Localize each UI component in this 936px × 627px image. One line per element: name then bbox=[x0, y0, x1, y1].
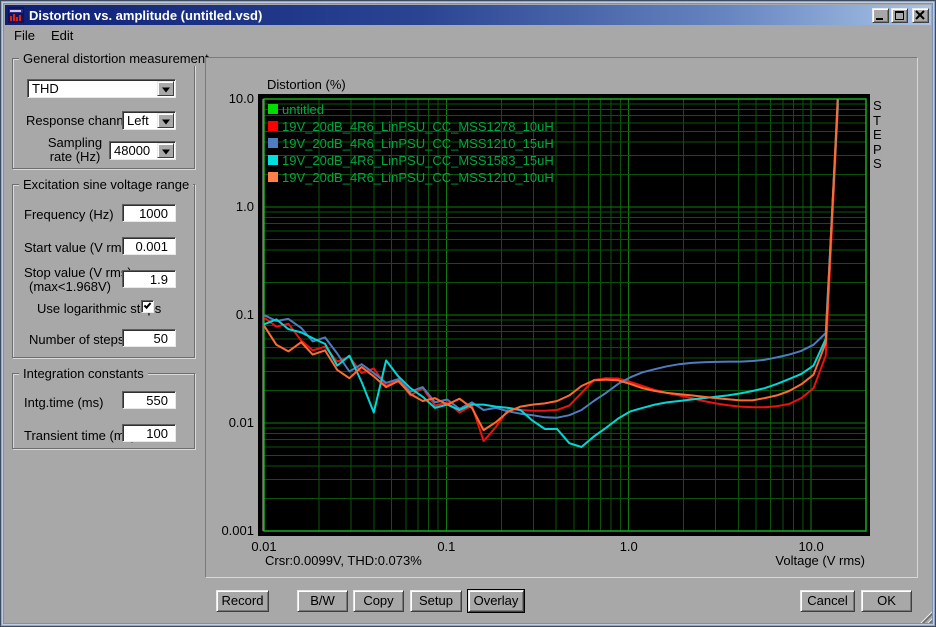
x-tick-label: 0.1 bbox=[437, 539, 456, 554]
overlay-button[interactable]: Overlay bbox=[468, 590, 524, 612]
log-steps-checkbox[interactable] bbox=[141, 300, 154, 313]
x-tick-label: 1.0 bbox=[619, 539, 638, 554]
stop-value-input[interactable] bbox=[122, 270, 176, 288]
minimize-button[interactable] bbox=[872, 7, 889, 23]
check-icon bbox=[143, 301, 152, 309]
transient-time-label: Transient time (ms) bbox=[24, 428, 136, 443]
steps-side-letter: S bbox=[873, 98, 882, 113]
legend-item: 19V_20dB_4R6_LinPSU_CC_MSS1210_15uH bbox=[268, 135, 554, 151]
sampling-rate-value: 48000 bbox=[114, 143, 151, 158]
y-tick-label: 0.1 bbox=[235, 307, 254, 322]
legend-item: 19V_20dB_4R6_LinPSU_CC_MSS1583_15uH bbox=[268, 152, 554, 168]
legend-item: 19V_20dB_4R6_LinPSU_CC_MSS1278_10uH bbox=[268, 118, 554, 134]
steps-side-letter: P bbox=[873, 141, 882, 157]
group-integration-title: Integration constants bbox=[19, 366, 148, 381]
legend-color-swatch bbox=[268, 172, 278, 182]
menu-bar: File Edit bbox=[5, 25, 931, 45]
legend-item: untitled bbox=[268, 101, 324, 117]
legend-color-swatch bbox=[268, 104, 278, 114]
legend-color-swatch bbox=[268, 138, 278, 148]
x-tick-label: 10.0 bbox=[798, 539, 824, 554]
response-channel-label: Response channel bbox=[26, 113, 134, 128]
window-title: Distortion vs. amplitude (untitled.vsd) bbox=[29, 7, 263, 23]
frequency-label: Frequency (Hz) bbox=[24, 207, 114, 222]
window: Distortion vs. amplitude (untitled.vsd) … bbox=[0, 0, 936, 627]
frequency-input[interactable] bbox=[122, 204, 176, 222]
legend-label: 19V_20dB_4R6_LinPSU_CC_MSS1210_10uH bbox=[282, 169, 554, 185]
start-value-label: Start value (V rms) bbox=[24, 240, 133, 255]
close-button[interactable] bbox=[912, 7, 929, 23]
chevron-down-icon bbox=[161, 119, 170, 124]
maximize-button[interactable] bbox=[891, 7, 908, 23]
measurement-type-dropdown-button[interactable] bbox=[157, 81, 174, 96]
steps-side-letter: S bbox=[873, 156, 882, 171]
x-tick-label: 0.01 bbox=[251, 539, 277, 554]
legend-color-swatch bbox=[268, 155, 278, 165]
legend-label: 19V_20dB_4R6_LinPSU_CC_MSS1278_10uH bbox=[282, 118, 554, 134]
setup-button[interactable]: Setup bbox=[410, 590, 462, 612]
legend-color-swatch bbox=[268, 121, 278, 131]
response-channel-value: Left bbox=[127, 113, 149, 128]
legend-label: 19V_20dB_4R6_LinPSU_CC_MSS1583_15uH bbox=[282, 152, 554, 168]
cursor-readout: Crsr:0.0099V, THD:0.073% bbox=[265, 553, 422, 568]
sampling-rate-dropdown-button[interactable] bbox=[157, 143, 174, 158]
record-button[interactable]: Record bbox=[216, 590, 269, 612]
legend-label: untitled bbox=[282, 101, 324, 117]
intg-time-label: Intg.time (ms) bbox=[24, 395, 104, 410]
menu-edit[interactable]: Edit bbox=[44, 26, 80, 45]
chevron-down-icon bbox=[161, 149, 170, 154]
chart-panel: Distortion (%) untitled 19V_20dB_4R6_LinP… bbox=[205, 57, 918, 578]
chevron-down-icon bbox=[161, 87, 170, 92]
close-icon bbox=[915, 9, 925, 20]
transient-time-input[interactable] bbox=[122, 424, 176, 442]
y-tick-label: 10.0 bbox=[228, 91, 254, 106]
response-channel-combo[interactable]: Left bbox=[122, 111, 176, 130]
title-bar[interactable]: Distortion vs. amplitude (untitled.vsd) bbox=[5, 5, 931, 25]
legend-label: 19V_20dB_4R6_LinPSU_CC_MSS1210_15uH bbox=[282, 135, 554, 151]
response-channel-dropdown-button[interactable] bbox=[157, 113, 174, 128]
sampling-rate-combo[interactable]: 48000 bbox=[109, 141, 176, 160]
group-general-title: General distortion measurement bbox=[19, 51, 213, 66]
bw-button[interactable]: B/W bbox=[297, 590, 348, 612]
cancel-button[interactable]: Cancel bbox=[800, 590, 855, 612]
menu-file[interactable]: File bbox=[7, 26, 42, 45]
ok-button[interactable]: OK bbox=[861, 590, 912, 612]
measurement-type-value: THD bbox=[32, 81, 59, 96]
steps-side-letter: T bbox=[873, 112, 881, 128]
legend-item: 19V_20dB_4R6_LinPSU_CC_MSS1210_10uH bbox=[268, 169, 554, 185]
resize-grip[interactable] bbox=[919, 610, 932, 623]
group-excitation-title: Excitation sine voltage range bbox=[19, 177, 194, 192]
app-icon bbox=[8, 7, 24, 23]
plot-area: untitled 19V_20dB_4R6_LinPSU_CC_MSS1278_1… bbox=[258, 94, 870, 536]
number-of-steps-label: Number of steps bbox=[29, 332, 125, 347]
maximize-icon bbox=[895, 10, 904, 20]
intg-time-input[interactable] bbox=[122, 391, 176, 409]
chart-title: Distortion (%) bbox=[267, 77, 346, 92]
y-tick-label: 0.001 bbox=[221, 523, 254, 538]
minimize-icon bbox=[876, 17, 883, 20]
measurement-type-combo[interactable]: THD bbox=[27, 79, 176, 98]
start-value-input[interactable] bbox=[122, 237, 176, 255]
stop-value-max-label: (max<1.968V) bbox=[29, 279, 112, 294]
sampling-rate-label: Sampling rate (Hz) bbox=[47, 135, 103, 164]
steps-side-letter: E bbox=[873, 127, 882, 142]
y-tick-label: 1.0 bbox=[235, 199, 254, 214]
number-of-steps-input[interactable] bbox=[122, 329, 176, 347]
copy-button[interactable]: Copy bbox=[353, 590, 404, 612]
stop-value-label: Stop value (V rms) bbox=[24, 265, 132, 280]
y-tick-label: 0.01 bbox=[228, 415, 254, 430]
x-axis-label: Voltage (V rms) bbox=[775, 553, 865, 568]
